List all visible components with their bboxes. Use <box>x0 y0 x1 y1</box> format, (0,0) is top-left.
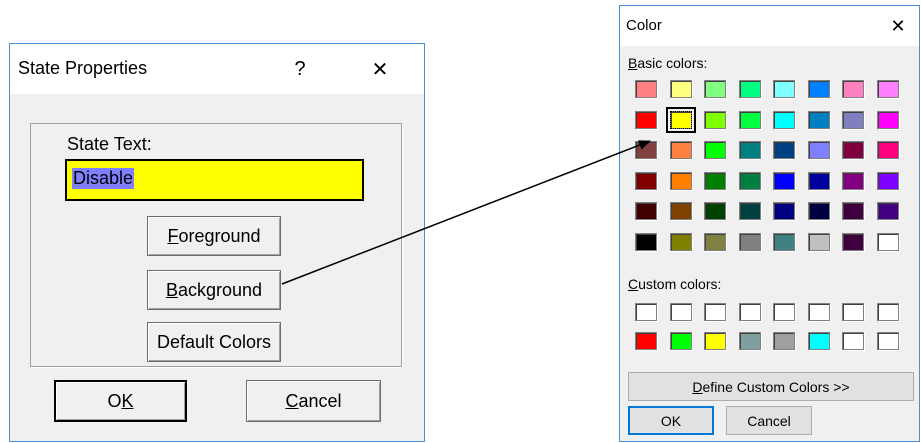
custom-color-swatch[interactable] <box>773 332 795 350</box>
custom-color-swatch[interactable] <box>807 303 830 321</box>
custom-color-swatch[interactable] <box>738 303 761 321</box>
state-text-field[interactable]: Disable <box>65 159 364 201</box>
background-button[interactable]: Background <box>147 270 281 310</box>
cancel-label: Cancel <box>285 390 342 411</box>
title-bar: State Properties ? ✕ <box>10 44 424 94</box>
custom-color-swatch[interactable] <box>842 303 864 321</box>
ok-label: OK <box>107 390 134 411</box>
state-text-label: State Text: <box>67 134 152 154</box>
dialog-title: State Properties <box>18 58 148 78</box>
define-custom-colors-label: Define Custom Colors >> <box>692 378 850 395</box>
color-ok-label: OK <box>660 412 682 429</box>
custom-color-swatch[interactable] <box>635 303 657 321</box>
custom-color-swatch[interactable] <box>669 303 692 321</box>
custom-color-swatch[interactable] <box>669 332 692 350</box>
state-text-value: Disable <box>72 168 135 189</box>
close-icon: ✕ <box>371 58 389 81</box>
state-properties-dialog: State Properties ? ✕ State Text: Disable… <box>9 43 425 442</box>
ok-button[interactable]: OK <box>54 380 187 422</box>
custom-color-swatch[interactable] <box>807 332 830 350</box>
default-colors-button[interactable]: Default Colors <box>147 322 281 362</box>
background-label: Background <box>165 279 263 300</box>
define-custom-colors-button[interactable]: Define Custom Colors >> <box>628 372 914 401</box>
custom-color-swatch[interactable] <box>773 303 795 321</box>
custom-color-swatch[interactable] <box>876 332 899 350</box>
color-ok-button[interactable]: OK <box>628 406 714 435</box>
custom-color-swatch[interactable] <box>635 332 657 350</box>
default-colors-label: Default Colors <box>156 331 272 352</box>
close-button[interactable]: ✕ <box>360 54 400 84</box>
help-button[interactable]: ? <box>282 54 318 84</box>
custom-color-swatch[interactable] <box>704 332 726 350</box>
foreground-button[interactable]: Foreground <box>147 216 281 256</box>
color-cancel-button[interactable]: Cancel <box>726 406 812 435</box>
custom-color-swatch[interactable] <box>704 303 726 321</box>
help-icon: ? <box>294 57 306 80</box>
custom-color-swatch[interactable] <box>738 332 761 350</box>
foreground-label: Foreground <box>167 225 261 246</box>
cancel-button[interactable]: Cancel <box>246 380 381 422</box>
color-dialog: Color ✕ Basic colors: Custom colors: Def… <box>619 5 920 442</box>
custom-color-swatch[interactable] <box>842 332 864 350</box>
color-cancel-label: Cancel <box>747 412 791 429</box>
custom-color-swatch[interactable] <box>876 303 899 321</box>
